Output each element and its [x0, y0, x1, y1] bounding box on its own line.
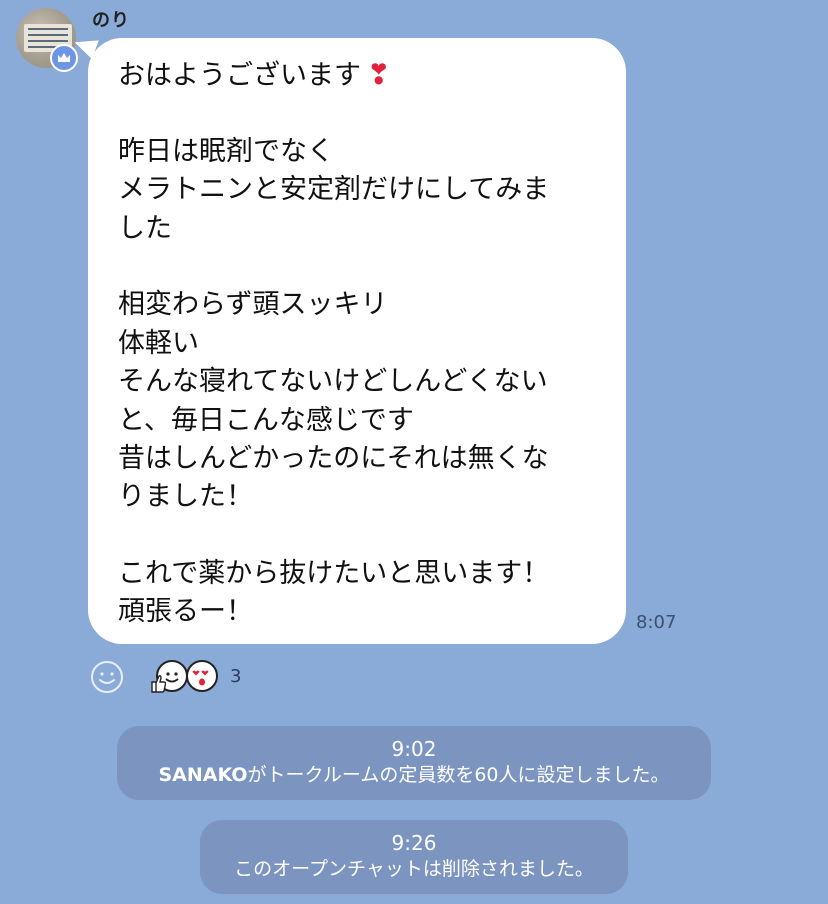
thumbs-up-icon [151, 675, 166, 693]
message-line: メラトニンと安定剤だけにしてみま [118, 174, 550, 206]
system-message-text: このオープンチャットは削除されました。 [234, 858, 594, 880]
system-message: 9:26 このオープンチャットは削除されました。 [200, 820, 628, 894]
heart-eyes-face-icon [186, 660, 218, 692]
message-timestamp: 8:07 [636, 612, 677, 633]
message-line: りました！ [118, 481, 253, 513]
message-line: 昔はしんどかったのにそれは無くな [118, 442, 549, 474]
message-line [118, 248, 606, 286]
message-line [118, 94, 606, 132]
system-message-actor: SANAKO [158, 764, 248, 786]
system-message: 9:02 SANAKOがトークルームの定員数を60人に設定しました。 [117, 726, 711, 800]
message-line: おはようございます ❣ [118, 58, 391, 91]
message-line: そんな寝れてないけどしんどくない [118, 366, 548, 398]
message-line: した [118, 212, 172, 244]
message-line [118, 517, 606, 555]
heart-exclamation-icon: ❣ [367, 58, 391, 91]
message-line: 昨日は眠剤でなく [118, 135, 334, 167]
message-line: と、毎日こんな感じです [118, 404, 414, 436]
system-message-time: 9:26 [391, 831, 437, 855]
message-line: 体軽い [118, 327, 199, 359]
message-bubble[interactable]: おはようございます ❣ 昨日は眠剤でなく メラトニンと安定剤だけにしてみま した … [88, 38, 626, 644]
system-message-time: 9:02 [391, 737, 437, 761]
message-line: 相変わらず頭スッキリ [118, 289, 388, 321]
add-reaction-smiley-icon[interactable] [90, 660, 124, 694]
message-line: 頑張るー！ [118, 596, 253, 628]
system-message-text: SANAKOがトークルームの定員数を60人に設定しました。 [158, 764, 670, 786]
reaction-summary[interactable]: 3 [150, 660, 270, 696]
reaction-count: 3 [230, 666, 242, 687]
sender-name: のり [92, 10, 130, 31]
message-line: これで薬から抜けたいと思います！ [118, 558, 550, 590]
